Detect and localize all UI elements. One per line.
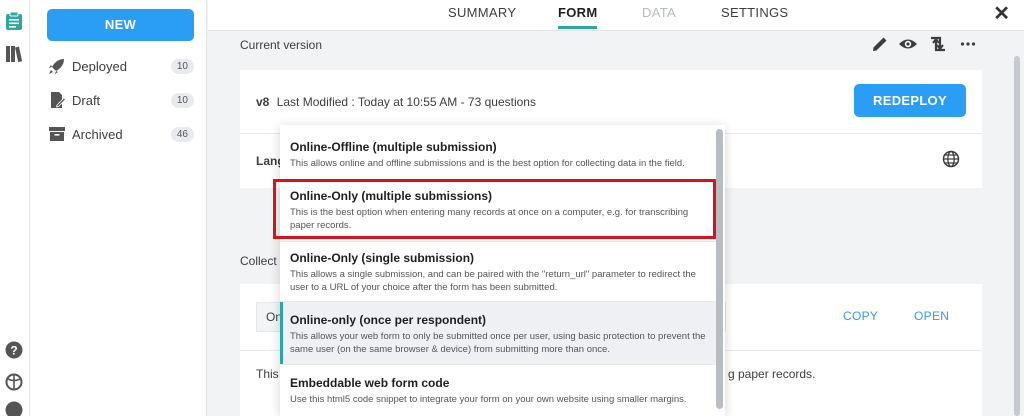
svg-text:?: ? bbox=[10, 344, 17, 358]
sidebar: NEW Deployed 10 Draft 10 Archived 46 bbox=[30, 0, 207, 416]
option-description: This allows your web form to only be sub… bbox=[290, 331, 706, 355]
option-description: This allows online and offline submissio… bbox=[290, 158, 685, 169]
option-divider bbox=[280, 241, 716, 242]
sidebar-item-deployed[interactable]: Deployed 10 bbox=[48, 54, 194, 78]
option-online-only-single[interactable]: Online-Only (single submission) This all… bbox=[280, 251, 716, 294]
current-version-label: Current version bbox=[240, 38, 323, 52]
tab-settings[interactable]: SETTINGS bbox=[721, 5, 788, 20]
replace-form-icon[interactable] bbox=[928, 34, 948, 54]
option-title: Embeddable web form code bbox=[290, 376, 450, 390]
main-scrollbar[interactable] bbox=[1014, 56, 1020, 416]
option-title: Online-only (once per respondent) bbox=[290, 313, 487, 327]
version-number: v8 bbox=[256, 95, 270, 109]
option-embeddable-web-form-code[interactable]: Embeddable web form code Use this html5 … bbox=[280, 376, 716, 406]
new-button[interactable]: NEW bbox=[47, 9, 194, 41]
option-online-only-once-per-respondent[interactable]: Online-only (once per respondent) This a… bbox=[280, 302, 716, 364]
collect-method-dropdown: Online-Offline (multiple submission) Thi… bbox=[280, 125, 725, 416]
more-options-icon[interactable] bbox=[958, 34, 978, 54]
option-title: Online-Only (single submission) bbox=[290, 251, 475, 265]
collect-description-end: g paper records. bbox=[728, 367, 816, 381]
forms-clipboard-icon[interactable] bbox=[4, 11, 24, 31]
option-description: This allows a single submission, and can… bbox=[290, 269, 696, 293]
dropdown-scrollbar[interactable] bbox=[716, 129, 723, 409]
sidebar-item-archived[interactable]: Archived 46 bbox=[48, 122, 194, 146]
draft-count-badge: 10 bbox=[170, 92, 194, 108]
close-icon[interactable]: ✕ bbox=[993, 1, 1010, 26]
edit-pencil-icon[interactable] bbox=[870, 34, 890, 54]
sidebar-item-label: Archived bbox=[72, 126, 123, 142]
collect-description-start: This bbox=[256, 367, 279, 381]
rocket-icon bbox=[48, 57, 66, 75]
copy-link-button[interactable]: COPY bbox=[843, 309, 878, 323]
help-icon[interactable]: ? bbox=[5, 341, 23, 359]
redeploy-button[interactable]: REDEPLOY bbox=[854, 84, 966, 117]
tab-form[interactable]: FORM bbox=[558, 5, 598, 29]
option-divider bbox=[280, 364, 716, 365]
library-books-icon[interactable] bbox=[4, 44, 24, 64]
sidebar-item-label: Draft bbox=[72, 92, 101, 108]
open-link-button[interactable]: OPEN bbox=[914, 309, 949, 323]
sidebar-item-draft[interactable]: Draft 10 bbox=[48, 88, 194, 112]
main-scrollbar-thumb[interactable] bbox=[1014, 56, 1020, 416]
preview-eye-icon[interactable] bbox=[898, 34, 918, 54]
language-switch-icon[interactable] bbox=[5, 373, 23, 391]
github-icon[interactable] bbox=[5, 401, 23, 416]
version-info: v8 Last Modified : Today at 10:55 AM - 7… bbox=[256, 95, 536, 109]
icon-rail: ? bbox=[0, 0, 30, 416]
option-description: Use this html5 code snippet to integrate… bbox=[290, 394, 687, 405]
option-online-offline-multiple[interactable]: Online-Offline (multiple submission) Thi… bbox=[280, 140, 716, 170]
selection-highlight-box bbox=[273, 179, 716, 239]
sidebar-item-label: Deployed bbox=[72, 58, 127, 74]
archived-count-badge: 46 bbox=[170, 126, 194, 142]
tab-summary[interactable]: SUMMARY bbox=[448, 5, 516, 20]
top-tab-bar: SUMMARY FORM DATA SETTINGS ✕ bbox=[208, 0, 1024, 31]
globe-icon[interactable] bbox=[942, 150, 960, 168]
draft-document-icon bbox=[48, 91, 66, 109]
deployed-count-badge: 10 bbox=[170, 58, 194, 74]
archive-box-icon bbox=[48, 125, 66, 143]
option-title: Online-Offline (multiple submission) bbox=[290, 140, 497, 154]
last-modified-text: Last Modified : Today at 10:55 AM - 73 q… bbox=[276, 95, 536, 109]
tab-data: DATA bbox=[642, 5, 676, 20]
